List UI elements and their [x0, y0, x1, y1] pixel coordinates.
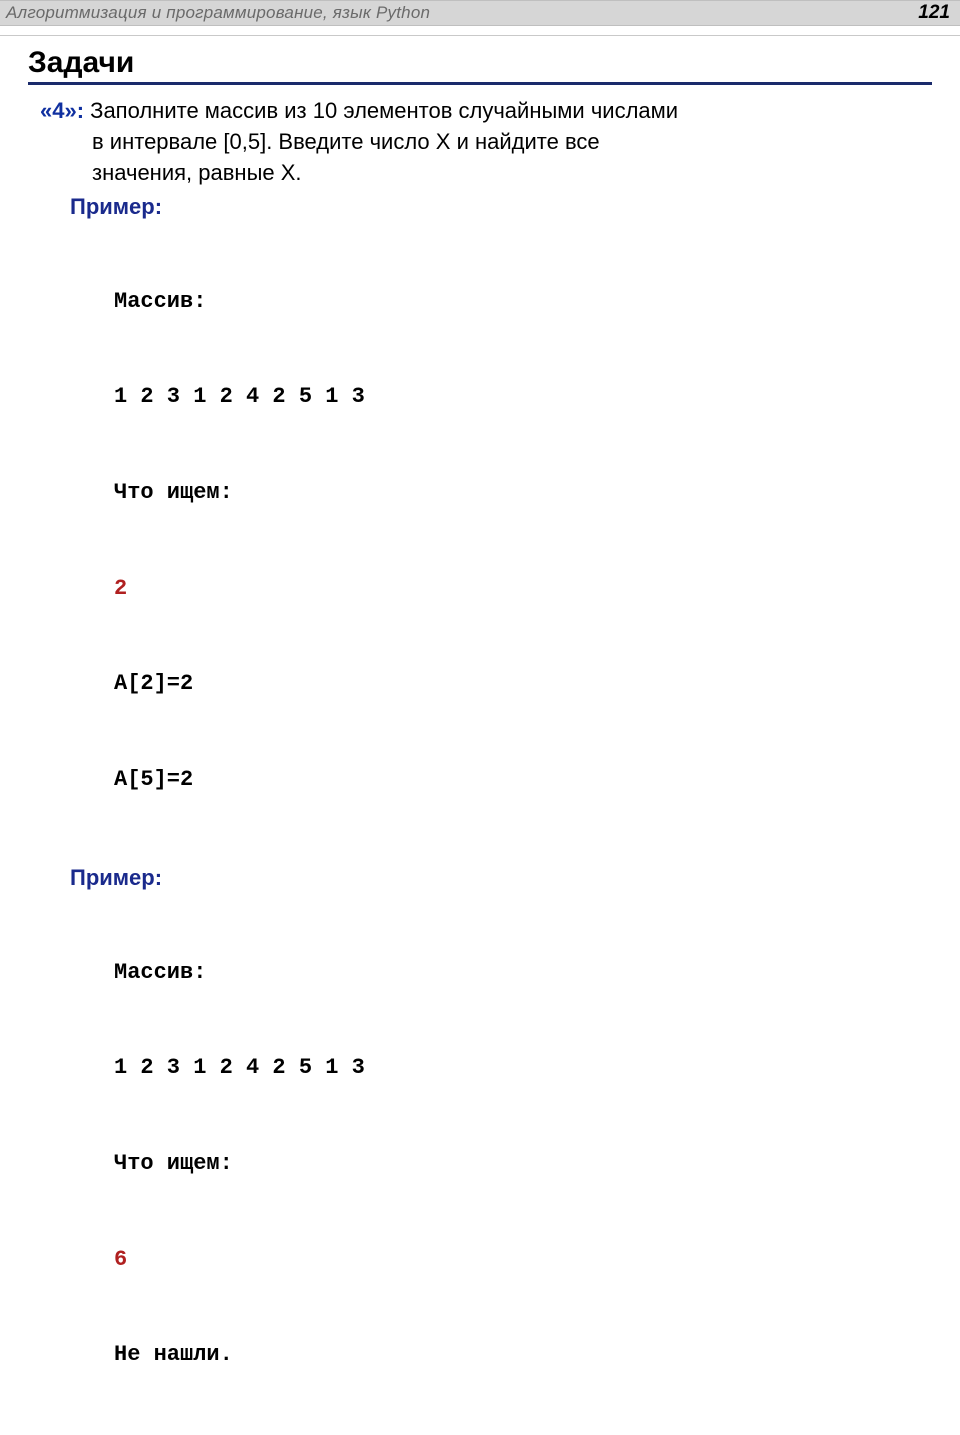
slide-content: Задачи «4»: Заполните массив из 10 элеме…: [0, 40, 960, 1435]
ex2-search-label: Что ищем:: [114, 1148, 932, 1180]
task-text-2: в интервале [0,5]. Введите число X и най…: [40, 126, 932, 157]
ex2-array-values: 1 2 3 1 2 4 2 5 1 3: [114, 1052, 932, 1084]
slide-header-title: Алгоритмизация и программирование, язык …: [6, 3, 430, 23]
grade-label: «4»:: [40, 98, 84, 123]
ex1-array-values: 1 2 3 1 2 4 2 5 1 3: [114, 381, 932, 413]
task-block: «4»: Заполните массив из 10 элементов сл…: [28, 95, 932, 1435]
ex1-result-1: A[2]=2: [114, 668, 932, 700]
ex1-array-label: Массив:: [114, 286, 932, 318]
ex1-search-label: Что ищем:: [114, 477, 932, 509]
page-title: Задачи: [28, 46, 932, 85]
header-divider: [0, 26, 960, 36]
example-1-code: Массив: 1 2 3 1 2 4 2 5 1 3 Что ищем: 2 …: [40, 222, 932, 860]
ex1-search-value: 2: [114, 573, 932, 605]
task-text-1: Заполните массив из 10 элементов случайн…: [84, 98, 678, 123]
task-line-1: «4»: Заполните массив из 10 элементов сл…: [40, 95, 932, 126]
ex1-result-2: A[5]=2: [114, 764, 932, 796]
slide-header-bar: Алгоритмизация и программирование, язык …: [0, 0, 960, 26]
ex2-array-label: Массив:: [114, 957, 932, 989]
task-text-3: значения, равные X.: [40, 157, 932, 188]
example-label-1: Пример:: [40, 191, 932, 222]
example-label-2: Пример:: [40, 862, 932, 893]
ex2-result: Не нашли.: [114, 1339, 932, 1371]
example-2-code: Массив: 1 2 3 1 2 4 2 5 1 3 Что ищем: 6 …: [40, 893, 932, 1435]
ex2-search-value: 6: [114, 1244, 932, 1276]
page-number: 121: [918, 2, 950, 24]
